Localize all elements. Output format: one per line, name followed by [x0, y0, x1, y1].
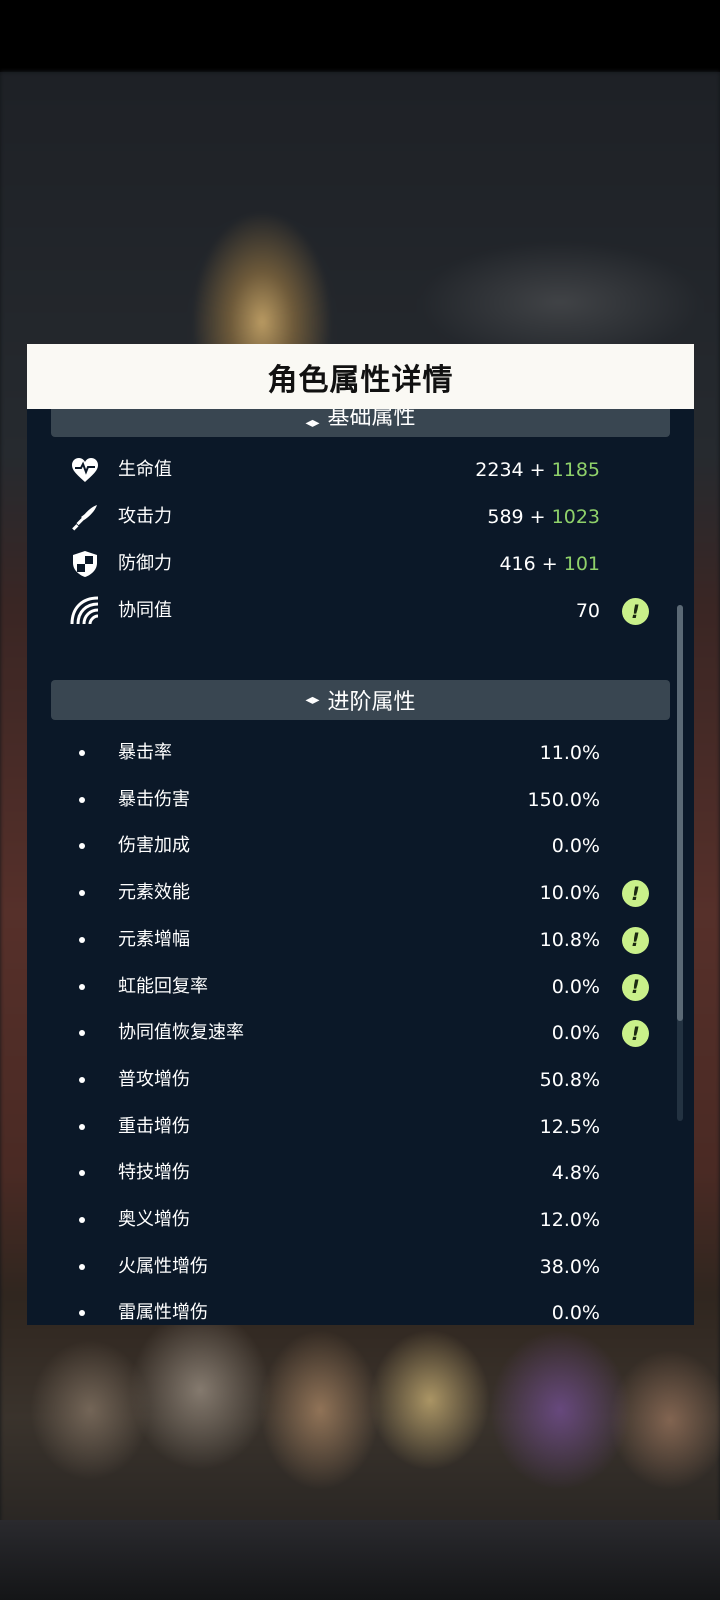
- plus-sign: +: [529, 506, 546, 528]
- attr-label: 奥义增伤: [118, 1209, 190, 1230]
- attr-label: 特技增伤: [118, 1162, 190, 1184]
- panel-title: 角色属性详情: [267, 362, 454, 398]
- warning-icon[interactable]: !: [622, 880, 649, 908]
- diamond-arrows-icon: ◂▸: [305, 692, 320, 708]
- attribute-detail-panel: 角色属性详情 ◂▸ 基础属性 生命值 2234 + 1185 攻击力 589 +…: [27, 344, 694, 1325]
- section-header-advanced: ◂▸ 进阶属性: [51, 680, 670, 720]
- bullet-dot-icon: [79, 936, 85, 943]
- blurred-character-roster: [0, 1300, 720, 1540]
- attr-value: 150.0%: [527, 788, 600, 811]
- attr-value: 11.0%: [539, 742, 600, 764]
- base-value: 589: [487, 506, 524, 528]
- warning-icon[interactable]: !: [622, 598, 649, 625]
- bonus-value: 1023: [551, 506, 600, 528]
- base-value: 70: [575, 600, 600, 622]
- attr-label: 伤害加成: [118, 835, 190, 857]
- sword-icon: [69, 501, 101, 533]
- bullet-dot-icon: [79, 1217, 85, 1223]
- plus-sign: +: [529, 459, 546, 481]
- base-value: 2234: [475, 459, 524, 481]
- attr-row-advanced: 普攻增伤 50.8%: [27, 1058, 694, 1102]
- attr-row-advanced: 雷属性增伤 0.0%: [27, 1291, 694, 1325]
- scrollbar-thumb[interactable]: [677, 605, 683, 1021]
- bullet-dot-icon: [79, 983, 85, 990]
- attr-row-advanced: 元素增幅 10.8%!: [27, 918, 694, 962]
- attr-row-advanced: 特技增伤 4.8%: [27, 1151, 694, 1195]
- bullet-dot-icon: [79, 796, 85, 803]
- attr-row-synergy: 协同值 70 !: [27, 589, 694, 633]
- attr-value: 50.8%: [539, 1068, 600, 1091]
- attr-label: 防御力: [118, 553, 172, 574]
- bullet-dot-icon: [79, 750, 85, 756]
- attr-row-advanced: 虹能回复率 0.0%!: [27, 965, 694, 1009]
- attr-row-advanced: 奥义增伤 12.0%: [27, 1198, 694, 1242]
- attr-value: 0.0%: [551, 1302, 600, 1325]
- warning-icon[interactable]: !: [622, 926, 649, 954]
- attr-row-atk: 攻击力 589 + 1023: [27, 495, 694, 539]
- attr-row-def: 防御力 416 + 101: [27, 542, 694, 586]
- attr-label: 暴击率: [118, 742, 172, 763]
- section-title-basic: 基础属性: [327, 409, 416, 430]
- panel-header: 角色属性详情: [27, 344, 694, 409]
- attr-value: 10.8%: [539, 928, 600, 951]
- bonus-value: 101: [563, 553, 600, 575]
- attr-value: 38.0%: [539, 1255, 600, 1278]
- bullet-dot-icon: [79, 1123, 85, 1130]
- attr-label: 火属性增伤: [118, 1255, 208, 1277]
- attr-value: 416 + 101: [499, 542, 600, 586]
- diamond-arrows-icon: ◂▸: [305, 415, 320, 431]
- attr-label: 暴击伤害: [118, 788, 190, 810]
- attr-label: 协同值恢复速率: [118, 1022, 244, 1044]
- bullet-dot-icon: [79, 1030, 85, 1037]
- shield-icon: [69, 548, 101, 580]
- section-header-basic: ◂▸ 基础属性: [51, 409, 670, 437]
- attr-value: 589 + 1023: [487, 495, 600, 539]
- warning-icon[interactable]: !: [622, 1020, 649, 1048]
- attr-label: 重击增伤: [118, 1115, 190, 1137]
- attr-label: 虹能回复率: [118, 975, 208, 997]
- bonus-value: 1185: [551, 459, 600, 481]
- status-bar: [0, 0, 720, 72]
- heart-pulse-icon: [69, 454, 101, 486]
- attr-label: 雷属性增伤: [118, 1302, 208, 1324]
- attr-label: 协同值: [118, 600, 172, 621]
- attr-label: 元素增幅: [118, 928, 190, 950]
- attr-value: 4.8%: [551, 1162, 600, 1185]
- attr-label: 元素效能: [118, 882, 190, 904]
- attr-label: 生命值: [118, 459, 172, 480]
- section-title-advanced: 进阶属性: [327, 690, 416, 715]
- attr-row-hp: 生命值 2234 + 1185: [27, 448, 694, 492]
- bullet-dot-icon: [79, 843, 85, 850]
- attr-value: 70: [576, 589, 600, 633]
- attr-value: 0.0%: [551, 1022, 600, 1045]
- bullet-dot-icon: [79, 1310, 85, 1317]
- attr-value: 12.0%: [539, 1209, 600, 1231]
- warning-icon[interactable]: !: [622, 973, 649, 1001]
- bullet-dot-icon: [79, 1263, 85, 1270]
- attr-row-advanced: 协同值恢复速率 0.0%!: [27, 1011, 694, 1055]
- attr-value: 12.5%: [539, 1115, 600, 1138]
- bullet-dot-icon: [79, 1170, 85, 1177]
- attr-row-advanced: 火属性增伤 38.0%: [27, 1245, 694, 1289]
- plus-sign: +: [541, 553, 558, 575]
- attr-row-advanced: 元素效能 10.0%!: [27, 871, 694, 915]
- bullet-dot-icon: [79, 890, 85, 897]
- attr-row-advanced: 暴击率 11.0%: [27, 731, 694, 775]
- attr-value: 0.0%: [551, 975, 600, 998]
- attribute-list[interactable]: ◂▸ 基础属性 生命值 2234 + 1185 攻击力 589 + 1023 防…: [27, 409, 694, 1325]
- base-value: 416: [499, 553, 536, 575]
- attr-label: 攻击力: [118, 506, 172, 527]
- attr-value: 0.0%: [551, 835, 600, 858]
- synergy-icon: [69, 595, 101, 627]
- blurred-bottom-bar: [0, 1520, 720, 1600]
- attr-row-advanced: 重击增伤 12.5%: [27, 1105, 694, 1149]
- attr-label: 普攻增伤: [118, 1068, 190, 1090]
- attr-value: 10.0%: [539, 882, 600, 905]
- bullet-dot-icon: [79, 1076, 85, 1083]
- attr-value: 2234 + 1185: [475, 448, 600, 492]
- attr-row-advanced: 暴击伤害 150.0%: [27, 778, 694, 822]
- attr-row-advanced: 伤害加成 0.0%: [27, 824, 694, 868]
